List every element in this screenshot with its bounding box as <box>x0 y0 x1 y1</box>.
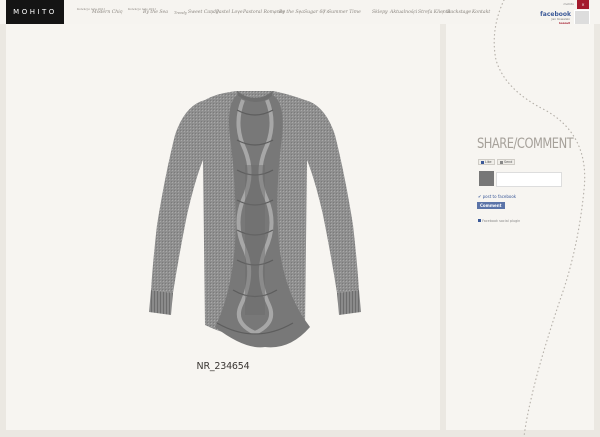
social-plugin-link[interactable]: Facebook social plugin <box>478 219 520 223</box>
cardigan-image <box>149 91 361 348</box>
product-code: NR_234654 <box>196 361 250 372</box>
nav-trend-sweet-candy[interactable]: Sweet Candy <box>188 10 219 16</box>
share-sidebar: SHARE/COMMENT Like Send ✔ post to facebo… <box>446 24 594 430</box>
send-icon <box>500 160 503 164</box>
nav-separator: / <box>467 10 469 16</box>
share-comment-title: SHARE/COMMENT <box>477 136 574 152</box>
post-to-facebook-checkbox[interactable]: ✔ post to facebook <box>478 194 516 199</box>
nav-separator: / <box>442 10 444 16</box>
nav-separator: / <box>211 10 213 16</box>
nav-separator: / <box>413 10 415 16</box>
nav-separator: / <box>238 10 240 16</box>
nav-modern-chic[interactable]: Modern Chic <box>92 10 122 16</box>
nav-trend-summer-time[interactable]: Summer Time <box>328 10 361 16</box>
send-label: Send <box>504 160 513 164</box>
like-button[interactable]: Like <box>478 159 495 165</box>
nav-separator: / <box>299 10 301 16</box>
nav-separator: / <box>274 10 276 16</box>
send-button[interactable]: Send <box>497 159 516 165</box>
close-button[interactable]: × <box>577 0 589 9</box>
nav-separator: / <box>385 10 387 16</box>
nav-by-the-sea[interactable]: By the Sea <box>143 10 168 16</box>
nav-trend-sugar-60s[interactable]: Sugar 60's <box>304 10 329 16</box>
comment-input[interactable] <box>496 172 562 187</box>
like-label: Like <box>485 160 492 164</box>
commenter-avatar <box>479 171 494 186</box>
facebook-f-icon <box>478 219 481 222</box>
social-plugin-label: Facebook social plugin <box>482 219 521 223</box>
menu-kontakt[interactable]: Kontakt <box>472 10 490 16</box>
trendy-label: Trendy <box>174 11 187 15</box>
menu-strefa-klienta[interactable]: Strefa Klienta <box>418 10 450 16</box>
nav-separator: / <box>323 10 325 16</box>
comment-button[interactable]: Comment <box>477 202 505 209</box>
checkmark-icon: ✔ <box>478 194 482 199</box>
post-to-facebook-label: post to facebook <box>482 194 517 199</box>
nav-separator: / <box>121 10 123 16</box>
top-navigation: MOHITO Kolekcja lato 2011 Modern Chic / … <box>0 0 600 26</box>
facebook-f-icon <box>481 160 484 164</box>
product-panel: NR_234654 <box>6 24 440 430</box>
facebook-small-label: mohito <box>563 2 574 6</box>
mohito-logo[interactable]: MOHITO <box>6 0 64 24</box>
